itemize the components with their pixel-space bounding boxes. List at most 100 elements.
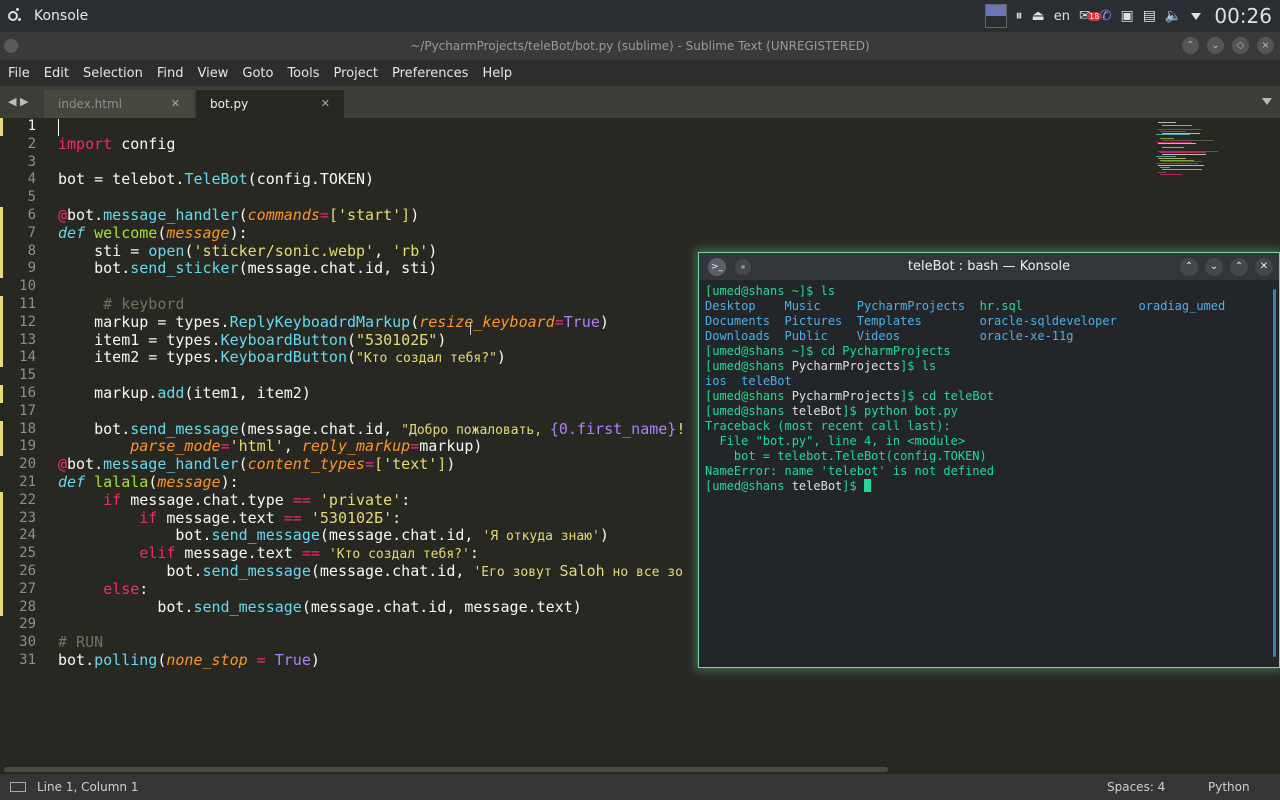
- code-line-12: markup = types.ReplyKeyboadrdMarkup(resi…: [58, 312, 609, 331]
- cursor-position: Line 1, Column 1: [37, 780, 139, 794]
- keep-above-button[interactable]: ⌃: [1182, 37, 1199, 54]
- menu-preferences[interactable]: Preferences: [388, 66, 472, 81]
- virtual-desktop-pager[interactable]: [984, 4, 1007, 28]
- code-line-31: bot.polling(none_stop = True): [58, 651, 320, 669]
- tab-bar: ◀ ▶ index.html ✕ bot.py ✕: [0, 86, 1280, 118]
- media-pause-icon[interactable]: ⏸: [1016, 8, 1023, 24]
- line-number: 8: [27, 242, 36, 259]
- tray-expand-arrow-icon[interactable]: [1191, 12, 1202, 20]
- tab-close-icon[interactable]: ✕: [321, 90, 330, 118]
- minimap-line: [1162, 147, 1184, 148]
- terminal-line: [umed@shans PycharmProjects]$ cd teleBot: [705, 389, 995, 403]
- notifications-icon[interactable]: ✉ 18: [1079, 8, 1102, 24]
- menu-file[interactable]: File: [4, 66, 34, 81]
- terminal-line: [umed@shans teleBot]$ python bot.py: [705, 404, 958, 418]
- terminal-app-icon[interactable]: >_: [708, 258, 726, 276]
- syntax-selector[interactable]: Python: [1208, 780, 1250, 794]
- minimap-line: [1162, 168, 1202, 170]
- tab-bot-py[interactable]: bot.py ✕: [196, 90, 344, 118]
- tab-label: index.html: [58, 97, 122, 111]
- horizontal-scrollbar[interactable]: [4, 767, 888, 772]
- close-button[interactable]: ×: [1257, 37, 1274, 54]
- line-number: 10: [19, 278, 36, 295]
- line-number: 21: [19, 474, 36, 490]
- keyboard-layout[interactable]: en: [1054, 9, 1070, 24]
- code-line-30: # RUN: [58, 633, 104, 652]
- terminal-prompt-line[interactable]: [umed@shans teleBot]$: [705, 479, 871, 494]
- line-number: 2: [27, 135, 36, 152]
- terminal-output[interactable]: [umed@shans ~]$ ls Desktop Music Pycharm…: [705, 284, 1267, 661]
- text-cursor: [58, 119, 59, 136]
- modified-line-marker: [0, 420, 3, 457]
- volume-icon[interactable]: 🔈: [1165, 8, 1182, 24]
- code-line-27: else:: [103, 579, 149, 598]
- menu-tools[interactable]: Tools: [283, 66, 323, 81]
- terminal-line: [umed@shans ~]$ ls: [705, 284, 836, 298]
- network-icon[interactable]: ▣: [1120, 8, 1133, 24]
- code-line-28: bot.send_message(message.chat.id, messag…: [58, 597, 582, 616]
- code-line-20: @bot.message_handler(content_types=['tex…: [58, 455, 456, 474]
- konsole-maximize-button[interactable]: ⌃: [1230, 258, 1248, 276]
- code-line-19: parse_mode='html', reply_markup=markup): [130, 437, 483, 456]
- minimap-line: [1162, 125, 1192, 127]
- sublime-titlebar: ~/PycharmProjects/teleBot/bot.py (sublim…: [0, 32, 1280, 60]
- konsole-window[interactable]: teleBot : bash — Konsole >_ ⌃ ⌄ ⌃ ✕ [ume…: [698, 252, 1280, 668]
- viber-icon[interactable]: ✆: [1100, 8, 1112, 24]
- terminal-line: NameError: name 'telebot' is not defined: [705, 464, 994, 478]
- line-number: 14: [19, 349, 36, 366]
- line-number: 17: [19, 402, 36, 419]
- tab-close-icon[interactable]: ✕: [171, 90, 180, 118]
- konsole-scrollbar[interactable]: [1273, 289, 1276, 657]
- line-number: 23: [19, 509, 36, 526]
- maximize-button[interactable]: ◇: [1232, 37, 1249, 54]
- menu-project[interactable]: Project: [329, 66, 381, 81]
- tab-index-html[interactable]: index.html ✕: [44, 90, 194, 118]
- code-line-9: bot.send_sticker(message.chat.id, sti): [58, 259, 438, 278]
- app-launcher-icon[interactable]: [4, 5, 26, 27]
- modified-line-marker: [0, 207, 3, 279]
- minimize-button[interactable]: ⌄: [1207, 37, 1224, 54]
- code-line-24: bot.send_message(message.chat.id, 'Я отк…: [58, 526, 609, 545]
- modified-line-marker: [0, 296, 3, 368]
- code-line-14: item2 = types.KeyboardButton("Кто создал…: [58, 348, 506, 367]
- terminal-line: [umed@shans PycharmProjects]$ ls: [705, 359, 937, 373]
- line-number: 3: [27, 153, 36, 170]
- konsole-minimize-button[interactable]: ⌄: [1205, 258, 1223, 276]
- tab-nav-arrows-icon[interactable]: ◀ ▶: [8, 95, 28, 108]
- line-number: 9: [27, 260, 36, 277]
- menu-bar: File Edit Selection Find View Goto Tools…: [0, 60, 1280, 86]
- window-menu-icon[interactable]: [4, 39, 18, 53]
- line-number: 31: [19, 652, 36, 668]
- code-line-25: elif message.text == 'Кто создал тебя?':: [139, 544, 479, 563]
- konsole-close-button[interactable]: ✕: [1255, 258, 1273, 276]
- modified-line-marker: [0, 118, 3, 136]
- menu-help[interactable]: Help: [478, 66, 516, 81]
- terminal-line: [umed@shans ~]$ cd PycharmProjects: [705, 344, 951, 358]
- menu-view[interactable]: View: [194, 66, 233, 81]
- line-number: 25: [19, 545, 36, 562]
- menu-goto[interactable]: Goto: [238, 66, 277, 81]
- minimap-line: [1158, 143, 1196, 145]
- menu-edit[interactable]: Edit: [40, 66, 73, 81]
- terminal-line: Downloads Public Videos oracle-xe-11g: [705, 329, 1074, 343]
- code-line-4: bot = telebot.TeleBot(config.TOKEN): [58, 170, 375, 189]
- line-number: 30: [19, 634, 36, 651]
- line-number: 13: [19, 331, 36, 348]
- clipboard-icon[interactable]: ▤: [1143, 8, 1156, 24]
- line-number: 24: [19, 527, 36, 544]
- line-number: 7: [27, 224, 36, 241]
- indentation-setting[interactable]: Spaces: 4: [1107, 780, 1165, 794]
- usb-device-icon[interactable]: ⏏: [1032, 8, 1045, 24]
- clock[interactable]: 00:26: [1214, 4, 1272, 28]
- system-tray: ⏸ ⏏ en ✉ 18 ✆ ▣ ▤ 🔈 00:26: [984, 0, 1272, 32]
- pin-all-desktops-button[interactable]: [735, 259, 751, 275]
- code-line-21: def lalala(message):: [58, 473, 239, 491]
- menu-selection[interactable]: Selection: [79, 66, 147, 81]
- modified-line-marker: [0, 491, 3, 617]
- tab-list-dropdown-icon[interactable]: [1262, 98, 1272, 105]
- code-line-6: @bot.message_handler(commands=['start']): [58, 206, 420, 224]
- panel-toggle-icon[interactable]: [10, 782, 26, 792]
- terminal-line: bot = telebot.TeleBot(config.TOKEN): [705, 449, 987, 463]
- konsole-keep-above-button[interactable]: ⌃: [1180, 258, 1198, 276]
- menu-find[interactable]: Find: [153, 66, 188, 81]
